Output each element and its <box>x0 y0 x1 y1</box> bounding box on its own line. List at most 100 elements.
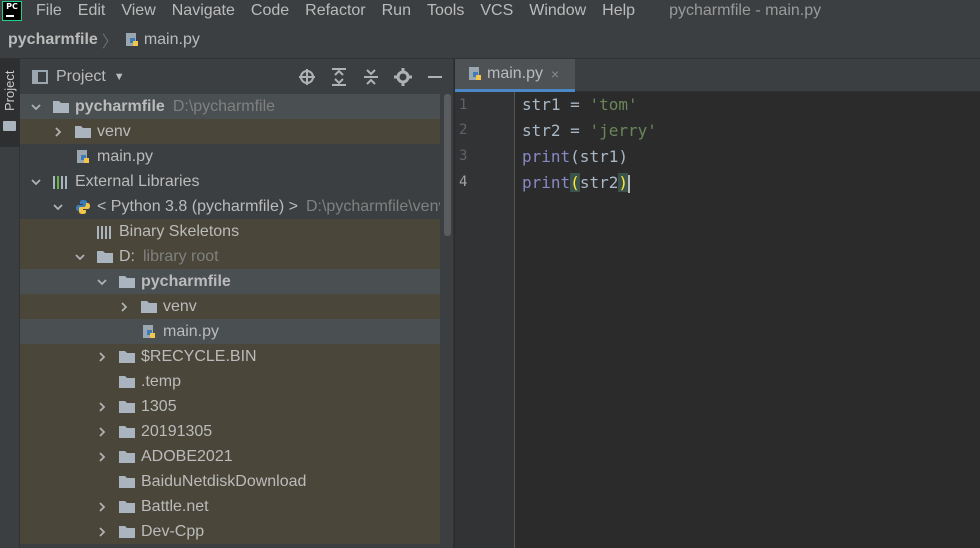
string-literal: 'jerry' <box>589 121 657 140</box>
tree-row-dev-cpp[interactable]: Dev-Cpp <box>20 519 440 544</box>
collapse-all-icon[interactable] <box>360 66 382 88</box>
menu-navigate[interactable]: Navigate <box>172 0 235 22</box>
tree-row-1305[interactable]: 1305 <box>20 394 440 419</box>
menu-tools[interactable]: Tools <box>427 0 464 22</box>
breadcrumb-separator-icon: 〉 <box>101 34 118 51</box>
python-file-icon <box>467 66 483 82</box>
breadcrumb-project[interactable]: pycharmfile <box>8 31 98 49</box>
project-tool-tab-label: Project <box>2 70 17 111</box>
line-number-gutter: 1 2 3 4 <box>455 92 515 548</box>
chevron-right-icon[interactable] <box>96 449 108 465</box>
chevron-right-icon[interactable] <box>96 424 108 440</box>
chevron-down-icon[interactable] <box>74 249 86 265</box>
folder-icon <box>96 249 114 265</box>
tree-row-label: main.py <box>97 147 154 165</box>
project-tool-tab[interactable]: Project <box>0 59 20 147</box>
folder-icon <box>118 349 136 365</box>
chevron-right-icon[interactable] <box>96 399 108 415</box>
chevron-right-icon[interactable] <box>118 299 130 315</box>
tree-row-label: 20191305 <box>141 422 213 440</box>
project-panel-title[interactable]: Project <box>56 68 106 86</box>
python-file-icon <box>140 324 158 340</box>
tree-row-python-sdk[interactable]: < Python 3.8 (pycharmfile) > D:\pycharmf… <box>20 194 440 219</box>
folder-icon <box>3 121 16 131</box>
tree-row-d-main-py[interactable]: main.py <box>20 319 440 344</box>
tree-row-path: D:\pycharmfile <box>172 97 276 115</box>
menu-refactor[interactable]: Refactor <box>305 0 365 22</box>
tree-row-binary-skeletons[interactable]: Binary Skeletons <box>20 219 440 244</box>
tree-row-20191305[interactable]: 20191305 <box>20 419 440 444</box>
tree-row-d-pycharmfile[interactable]: pycharmfile <box>20 269 440 294</box>
code-line-4: print(str2) <box>522 173 630 193</box>
locate-file-icon[interactable] <box>296 66 318 88</box>
editor-tabs: main.py × <box>455 59 980 92</box>
gear-icon[interactable] <box>392 66 414 88</box>
project-panel: Project ▼ pycharmfile D:\pycharmfile ven… <box>20 59 454 548</box>
tree-row-label: .temp <box>141 372 182 390</box>
builtin-function: print <box>522 147 571 166</box>
tree-row-label: main.py <box>163 322 220 340</box>
chevron-down-icon[interactable] <box>30 174 42 190</box>
project-tree: pycharmfile D:\pycharmfile venv main.py … <box>20 94 440 548</box>
menu-edit[interactable]: Edit <box>78 0 106 22</box>
chevron-down-icon[interactable] <box>96 274 108 290</box>
menu-vcs[interactable]: VCS <box>480 0 513 22</box>
tree-row-d-venv[interactable]: venv <box>20 294 440 319</box>
tree-row-drive-d[interactable]: D: library root <box>20 244 440 269</box>
folder-icon <box>118 374 136 390</box>
project-panel-header: Project ▼ <box>20 59 454 94</box>
project-view-icon <box>32 69 48 84</box>
close-icon[interactable]: × <box>551 66 559 82</box>
matched-paren: ( <box>570 173 580 192</box>
menu-view[interactable]: View <box>121 0 155 22</box>
python-icon <box>74 199 92 215</box>
chevron-down-icon[interactable]: ▼ <box>114 71 125 83</box>
tree-row-main-py[interactable]: main.py <box>20 144 440 169</box>
tree-row-label: Battle.net <box>141 497 209 515</box>
menu-run[interactable]: Run <box>382 0 411 22</box>
tree-row-external-libraries[interactable]: External Libraries <box>20 169 440 194</box>
minimize-icon[interactable] <box>424 66 446 88</box>
breadcrumb: pycharmfile 〉 main.py <box>0 22 980 59</box>
chevron-right-icon[interactable] <box>52 124 64 140</box>
chevron-right-icon[interactable] <box>96 349 108 365</box>
code-token: str1 = <box>522 95 590 114</box>
tree-scrollbar[interactable] <box>440 94 454 548</box>
tree-row-label: 1305 <box>141 397 177 415</box>
folder-icon <box>52 99 70 115</box>
menu-file[interactable]: File <box>36 0 62 22</box>
tree-row-label: Binary Skeletons <box>119 222 240 240</box>
builtin-function: print <box>522 173 571 192</box>
tree-row-label: ADOBE2021 <box>141 447 233 465</box>
menu-window[interactable]: Window <box>529 0 586 22</box>
tab-main-py[interactable]: main.py × <box>455 59 575 92</box>
chevron-down-icon[interactable] <box>30 99 42 115</box>
menu-help[interactable]: Help <box>602 0 635 22</box>
python-file-icon <box>124 32 140 48</box>
folder-icon <box>118 399 136 415</box>
tree-row-temp[interactable]: .temp <box>20 369 440 394</box>
tree-row-library-root: library root <box>143 247 219 265</box>
menu-bar: PC File Edit View Navigate Code Refactor… <box>0 0 980 22</box>
tree-row-recycle-bin[interactable]: $RECYCLE.BIN <box>20 344 440 369</box>
chevron-down-icon[interactable] <box>52 199 64 215</box>
tree-scrollbar-thumb[interactable] <box>444 94 451 236</box>
tree-row-label: Dev-Cpp <box>141 522 205 540</box>
tree-row-project-root[interactable]: pycharmfile D:\pycharmfile <box>20 94 440 119</box>
chevron-right-icon[interactable] <box>96 524 108 540</box>
breadcrumb-file[interactable]: main.py <box>144 31 200 49</box>
tree-row-label: venv <box>97 122 131 140</box>
expand-all-icon[interactable] <box>328 66 350 88</box>
code-token: str2 <box>579 173 619 192</box>
code-line-2: str2 = 'jerry' <box>522 121 657 140</box>
tree-row-battle-net[interactable]: Battle.net <box>20 494 440 519</box>
chevron-right-icon[interactable] <box>96 499 108 515</box>
folder-icon <box>118 274 136 290</box>
tree-row-baidunetdiskdownload[interactable]: BaiduNetdiskDownload <box>20 469 440 494</box>
menu-code[interactable]: Code <box>251 0 289 22</box>
python-file-icon <box>74 149 92 165</box>
tree-row-venv[interactable]: venv <box>20 119 440 144</box>
string-literal: 'tom' <box>589 95 638 114</box>
code-area[interactable]: str1 = 'tom' str2 = 'jerry' print(str1) … <box>516 92 980 548</box>
tree-row-adobe2021[interactable]: ADOBE2021 <box>20 444 440 469</box>
